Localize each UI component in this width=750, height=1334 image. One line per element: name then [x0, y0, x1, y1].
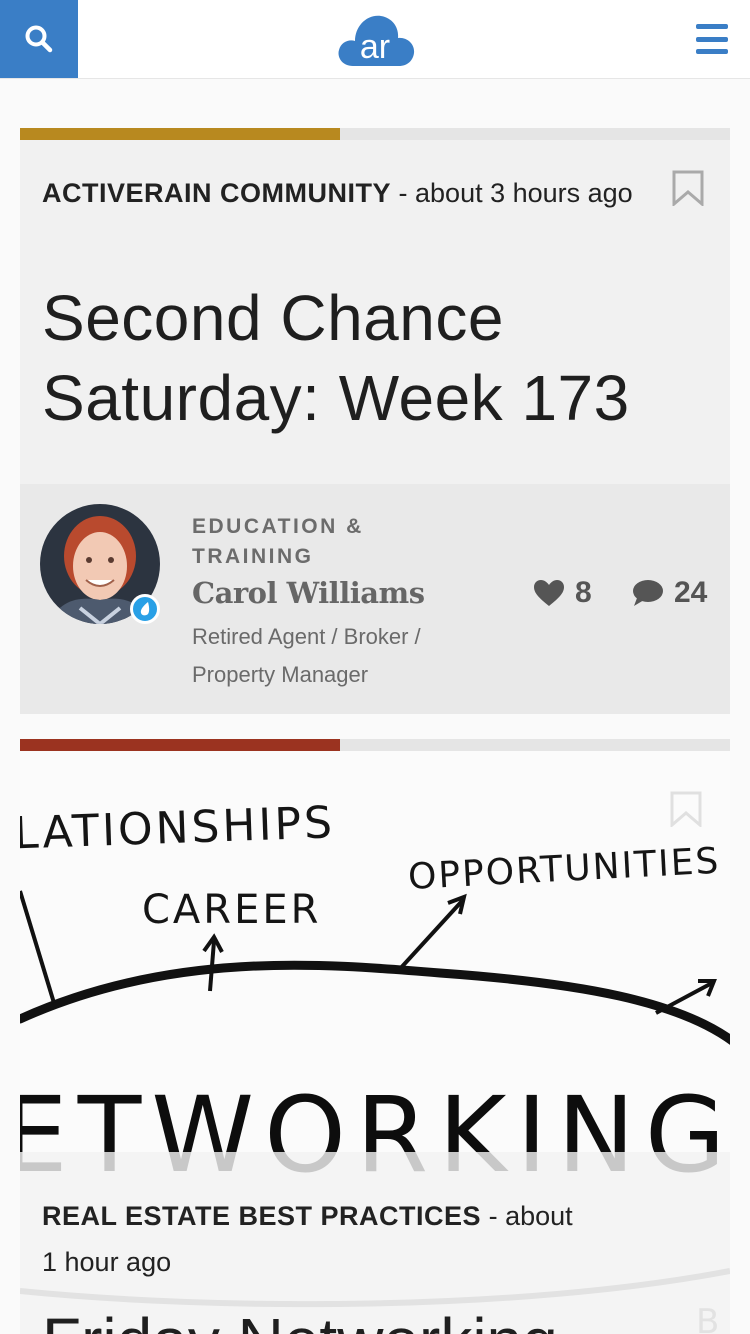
- logo-text: ar: [360, 28, 390, 66]
- bookmark-icon: [670, 791, 702, 829]
- bookmark-icon: [672, 170, 704, 208]
- cloud-logo-icon: ar: [338, 15, 415, 67]
- hamburger-icon: [696, 24, 728, 29]
- author-role: Retired Agent / Broker / Property Manage…: [192, 624, 421, 687]
- heart-icon: [534, 580, 564, 606]
- likes-count[interactable]: 8: [533, 576, 592, 610]
- comments-count[interactable]: 24: [632, 576, 707, 610]
- speech-bubble-icon: [633, 580, 663, 606]
- author-bar: EDUCATION & TRAINING Carol Williams Reti…: [20, 484, 730, 714]
- post-card[interactable]: LATIONSHIPS CAREER OPPORTUNITIES ETWORKI…: [20, 739, 730, 1334]
- bookmark-button[interactable]: [672, 170, 704, 208]
- verified-badge: [130, 594, 160, 624]
- post-meta: REAL ESTATE BEST PRACTICES - about 1 hou…: [42, 1201, 573, 1277]
- post-category[interactable]: REAL ESTATE BEST PRACTICES: [42, 1201, 481, 1231]
- post-time: about: [505, 1201, 573, 1231]
- post-topic[interactable]: EDUCATION & TRAINING: [192, 512, 402, 572]
- bookmark-button[interactable]: [670, 791, 702, 829]
- author-name[interactable]: Carol Williams: [192, 576, 425, 610]
- top-bar: ar: [0, 0, 750, 79]
- post-time: 1 hour ago: [42, 1247, 172, 1277]
- post-category[interactable]: ACTIVERAIN COMMUNITY: [42, 178, 391, 208]
- read-progress-bar: [20, 128, 730, 140]
- post-meta: ACTIVERAIN COMMUNITY - about 3 hours ago: [42, 178, 633, 208]
- activerain-logo[interactable]: ar: [335, 8, 417, 70]
- post-time: about 3 hours ago: [415, 178, 633, 208]
- read-progress-fill: [20, 739, 340, 751]
- post-title[interactable]: Friday Networking: [42, 1301, 702, 1334]
- raindrop-icon: [140, 602, 150, 616]
- read-progress-fill: [20, 128, 340, 140]
- post-title[interactable]: Second Chance Saturday: Week 173: [42, 278, 702, 438]
- post-card[interactable]: ACTIVERAIN COMMUNITY - about 3 hours ago…: [20, 128, 730, 714]
- search-button[interactable]: [0, 0, 78, 78]
- image-word: CAREER: [142, 887, 321, 933]
- menu-button[interactable]: [696, 24, 728, 54]
- search-icon: [25, 25, 53, 53]
- read-progress-bar: [20, 739, 730, 751]
